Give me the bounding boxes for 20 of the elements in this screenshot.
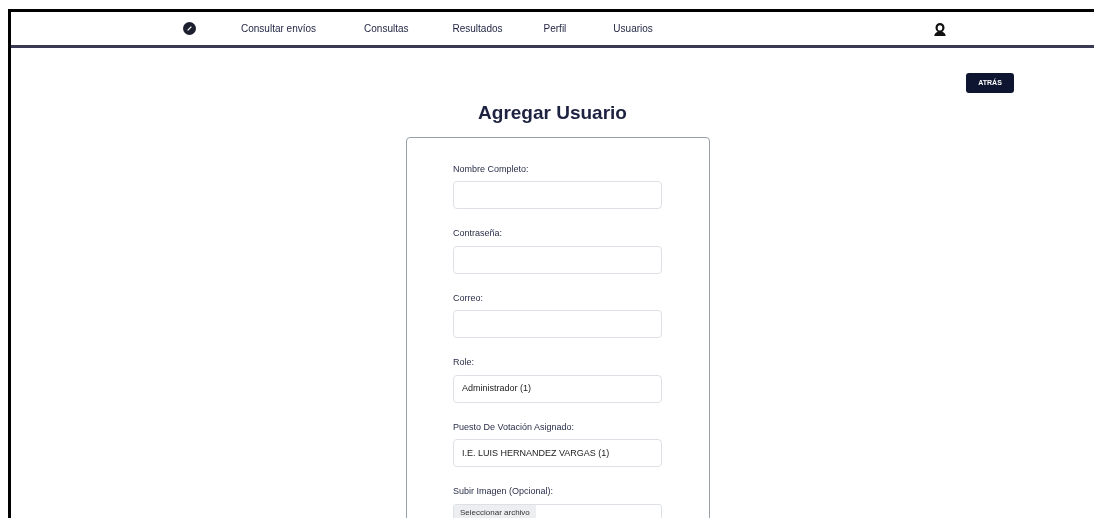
input-field[interactable] [453, 181, 662, 210]
nav-link[interactable]: Consultas [364, 21, 409, 36]
nav-link[interactable]: Usuarios [613, 21, 653, 36]
input-field[interactable] [453, 310, 662, 339]
field-label: Puesto De Votación Asignado: [453, 420, 576, 434]
user-avatar-icon[interactable] [933, 21, 947, 36]
field-label: Contraseña: [453, 227, 504, 241]
nav-link[interactable]: Consultar envíos [241, 21, 317, 36]
field-label: Nombre Completo: [453, 162, 530, 176]
nav-link[interactable]: Perfil [543, 21, 567, 36]
select-field[interactable]: I.E. LUIS HERNANDEZ VARGAS (1) [453, 439, 662, 468]
logo-icon[interactable] [183, 22, 196, 35]
page-title: Agregar Usuario [477, 102, 628, 125]
field-label: Correo: [453, 291, 484, 305]
field-label: Subir Imagen (Opcional): [453, 485, 555, 499]
select-field[interactable]: Administrador (1) [453, 374, 662, 403]
nav-link[interactable]: Resultados [452, 21, 503, 36]
input-field[interactable] [453, 245, 662, 274]
file-input[interactable]: Seleccionar archivo [453, 503, 662, 518]
field-label: Role: [453, 356, 475, 370]
